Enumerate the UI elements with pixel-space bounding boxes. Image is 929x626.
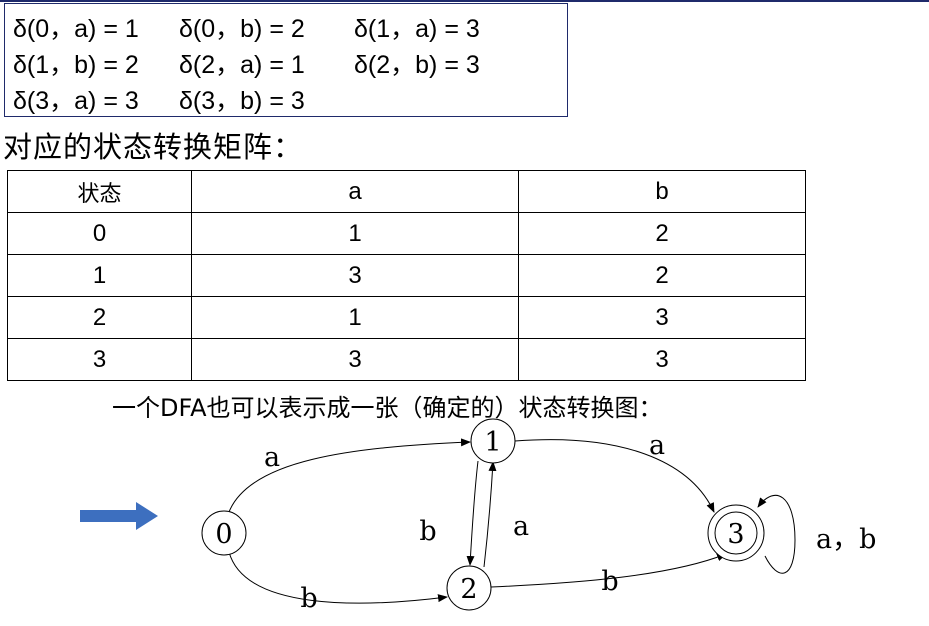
edge-label-0-2: b <box>300 583 317 614</box>
start-arrow <box>80 502 158 530</box>
edge-1-3-a <box>514 439 715 513</box>
edge-0-2-b <box>228 551 448 604</box>
edge-label-1-2: b <box>419 516 436 547</box>
edge-1-2-b <box>466 460 479 566</box>
edge-label-1-3: a <box>649 430 665 461</box>
edge-label-3-3: a，b <box>816 524 876 555</box>
state-1-label: 1 <box>484 427 501 458</box>
state-0-label: 0 <box>215 519 232 550</box>
state-3-label: 3 <box>727 519 744 550</box>
dfa-state-diagram: 0 1 2 3 a b b a a b a，b <box>80 418 876 614</box>
edge-label-0-1: a <box>264 442 280 473</box>
edge-label-2-3: b <box>601 566 618 597</box>
edge-label-2-1: a <box>513 511 529 542</box>
edge-2-1-a <box>483 461 497 568</box>
state-2-label: 2 <box>460 574 477 605</box>
